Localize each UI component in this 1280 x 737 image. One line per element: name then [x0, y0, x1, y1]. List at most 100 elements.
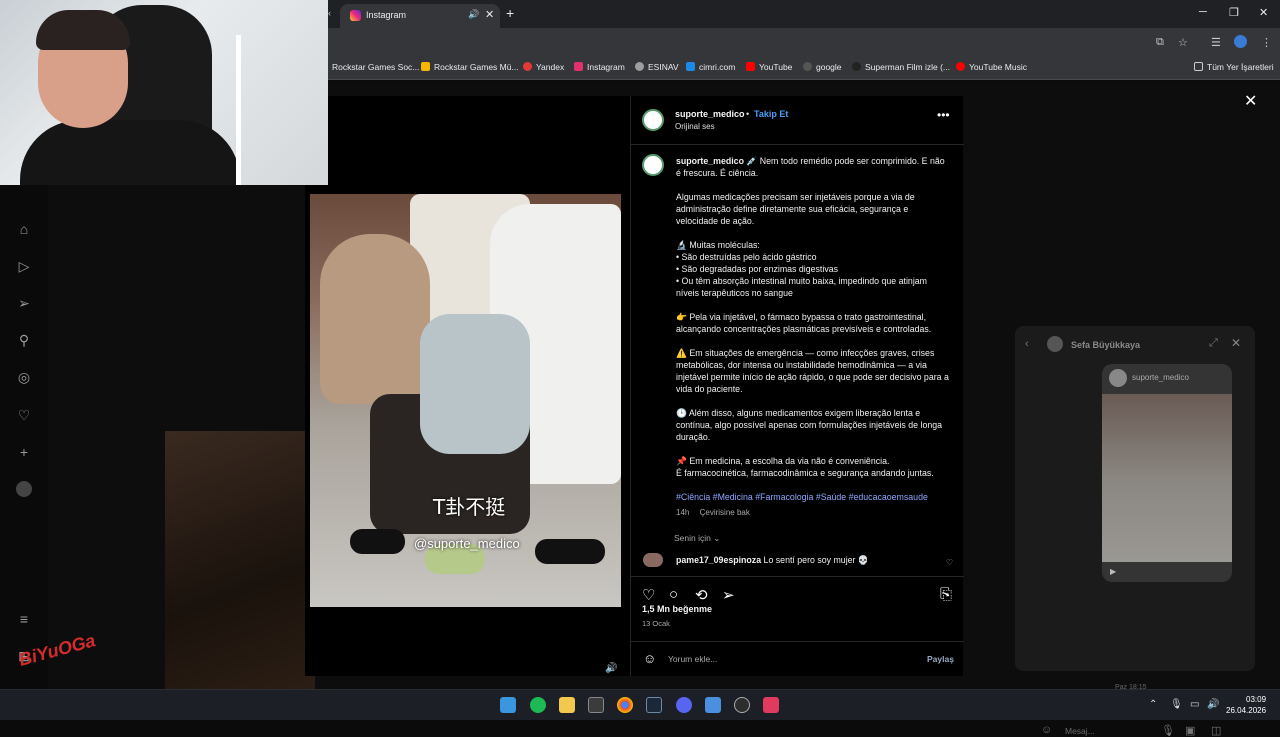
- notifications-heart-icon[interactable]: ♡: [16, 407, 32, 423]
- comment-sort-dropdown[interactable]: Senin için ⌄: [674, 533, 720, 544]
- new-tab-button[interactable]: +: [506, 5, 514, 21]
- profile-avatar[interactable]: [1234, 35, 1247, 48]
- bookmark-item[interactable]: google: [803, 62, 842, 72]
- youtube-music-icon: [956, 62, 965, 71]
- shared-post-avatar: [1109, 369, 1127, 387]
- chrome-icon[interactable]: [617, 697, 633, 713]
- translate-link[interactable]: Çevirisine bak: [700, 508, 750, 517]
- bookmark-item[interactable]: Rockstar Games Soc...: [332, 62, 419, 72]
- save-bookmark-icon[interactable]: ⎘: [940, 586, 952, 603]
- reels-icon[interactable]: ▷: [16, 258, 32, 274]
- bookmark-item[interactable]: Instagram: [574, 62, 625, 72]
- minimize-icon[interactable]: ─: [1199, 6, 1207, 18]
- more-menu-icon[interactable]: ≡: [16, 611, 32, 627]
- mute-icon[interactable]: 🔊: [605, 663, 617, 674]
- search-icon[interactable]: ⚲: [16, 332, 32, 348]
- bookmark-star-icon[interactable]: ☆: [1178, 36, 1188, 49]
- likes-count[interactable]: 1,5 Mn beğenme: [642, 604, 712, 614]
- spotify-icon[interactable]: [530, 697, 546, 713]
- close-icon[interactable]: ✕: [1231, 336, 1241, 350]
- bookmark-item[interactable]: cimri.com: [686, 62, 735, 72]
- emoji-icon[interactable]: ☺: [643, 651, 656, 666]
- video-watermark: @suporte_medico: [414, 536, 520, 551]
- caption-avatar[interactable]: [642, 154, 664, 176]
- bookmark-item[interactable]: Superman Film izle (...: [852, 62, 950, 72]
- shared-post-card[interactable]: suporte_medico ▶: [1102, 364, 1232, 582]
- file-explorer-icon[interactable]: [559, 697, 575, 713]
- expand-icon[interactable]: ⤢: [1209, 337, 1218, 350]
- bookmark-item[interactable]: YouTube Music: [956, 62, 1027, 72]
- tab-scroll-left-icon[interactable]: ‹: [328, 8, 331, 18]
- monitor-icon[interactable]: ▭: [1190, 699, 1199, 710]
- profile-avatar[interactable]: [16, 481, 32, 497]
- video-caption-overlay: T卦不挺: [433, 495, 506, 519]
- comment-icon[interactable]: ○: [669, 586, 678, 603]
- folder-icon: [1194, 62, 1203, 71]
- author-avatar[interactable]: [642, 109, 664, 131]
- dm-message-input[interactable]: Mesaj...: [1065, 726, 1095, 736]
- explore-icon[interactable]: ◎: [16, 369, 32, 385]
- restore-icon[interactable]: ❐: [1229, 6, 1239, 19]
- post-comment-button[interactable]: Paylaş: [927, 654, 954, 664]
- system-clock[interactable]: 03:09 26.04.2026: [1226, 694, 1266, 716]
- tab-instagram[interactable]: Instagram 🔊 ✕: [340, 4, 500, 28]
- tray-chevron-icon[interactable]: ⌃: [1149, 699, 1157, 710]
- bookmark-item[interactable]: Rockstar Games Mü...: [421, 62, 519, 72]
- bookmark-item[interactable]: Yandex: [523, 62, 564, 72]
- install-app-icon[interactable]: ⧉: [1156, 36, 1164, 49]
- video-figure: [420, 314, 530, 454]
- commenter-avatar[interactable]: [643, 553, 663, 567]
- repost-icon[interactable]: ⟲: [695, 586, 708, 604]
- app-icon[interactable]: [763, 697, 779, 713]
- all-bookmarks[interactable]: Tüm Yer İşaretleri: [1194, 62, 1274, 72]
- sticker-icon[interactable]: ◫: [1211, 724, 1221, 737]
- share-icon[interactable]: ➢: [722, 586, 735, 604]
- media-control-icon[interactable]: ☰: [1211, 36, 1221, 49]
- rockstar-icon: [421, 62, 430, 71]
- obs-icon[interactable]: [734, 697, 750, 713]
- windows-start-icon[interactable]: [500, 697, 516, 713]
- volume-icon[interactable]: 🔊: [1207, 699, 1219, 710]
- follow-button[interactable]: Takip Et: [754, 109, 788, 119]
- microphone-tray-icon[interactable]: 🎙: [1170, 699, 1183, 710]
- back-chevron-icon[interactable]: ‹: [1025, 338, 1029, 350]
- reel-video[interactable]: T卦不挺 @suporte_medico: [310, 194, 621, 607]
- author-username[interactable]: suporte_medico: [675, 109, 745, 119]
- webcam-overlay: [0, 0, 328, 185]
- bookmark-item[interactable]: YouTube: [746, 62, 792, 72]
- caption-hashtags[interactable]: #Ciência #Medicina #Farmacologia #Saúde …: [676, 491, 951, 503]
- audio-label[interactable]: Orijinal ses: [675, 122, 715, 131]
- clock-date: 26.04.2026: [1226, 706, 1267, 715]
- steam-icon[interactable]: [646, 697, 662, 713]
- video-area: T卦不挺 @suporte_medico 🔊: [305, 96, 630, 676]
- messages-icon[interactable]: ➢: [16, 295, 32, 311]
- speaker-icon[interactable]: 🔊: [468, 9, 479, 20]
- webcam-light: [236, 35, 241, 185]
- microphone-icon[interactable]: 🎙: [1161, 724, 1175, 737]
- instagram-favicon-icon: [350, 10, 361, 21]
- create-icon[interactable]: +: [16, 444, 32, 460]
- discord-icon[interactable]: [676, 697, 692, 713]
- more-options-icon[interactable]: •••: [937, 108, 950, 122]
- comment-username[interactable]: pame17_09espinoza: [676, 555, 761, 565]
- bookmark-item[interactable]: ESINAV: [635, 62, 679, 72]
- shared-post-thumbnail: [1102, 394, 1232, 562]
- menu-dots-icon[interactable]: ⋮: [1261, 36, 1272, 49]
- store-icon[interactable]: [588, 697, 604, 713]
- like-heart-icon[interactable]: ♡: [642, 586, 655, 604]
- dm-emoji-icon[interactable]: ☺: [1041, 724, 1052, 736]
- caption-username[interactable]: suporte_medico: [676, 156, 744, 166]
- home-icon[interactable]: ⌂: [16, 221, 32, 237]
- comment-sort-label: Senin için: [674, 533, 711, 543]
- close-overlay-icon[interactable]: ✕: [1244, 91, 1257, 111]
- caption-paragraph: Algumas medicações precisam ser injetáve…: [676, 192, 915, 226]
- comment-input[interactable]: [668, 654, 908, 664]
- comment-like-icon[interactable]: ♡: [946, 558, 953, 567]
- dm-avatar[interactable]: [1047, 336, 1063, 352]
- tab-close-icon[interactable]: ✕: [485, 8, 494, 21]
- dm-contact-name[interactable]: Sefa Büyükkaya: [1071, 340, 1140, 350]
- close-window-icon[interactable]: ✕: [1259, 6, 1268, 19]
- divider: [631, 144, 964, 145]
- image-icon[interactable]: ▣: [1185, 724, 1195, 737]
- app-icon[interactable]: [705, 697, 721, 713]
